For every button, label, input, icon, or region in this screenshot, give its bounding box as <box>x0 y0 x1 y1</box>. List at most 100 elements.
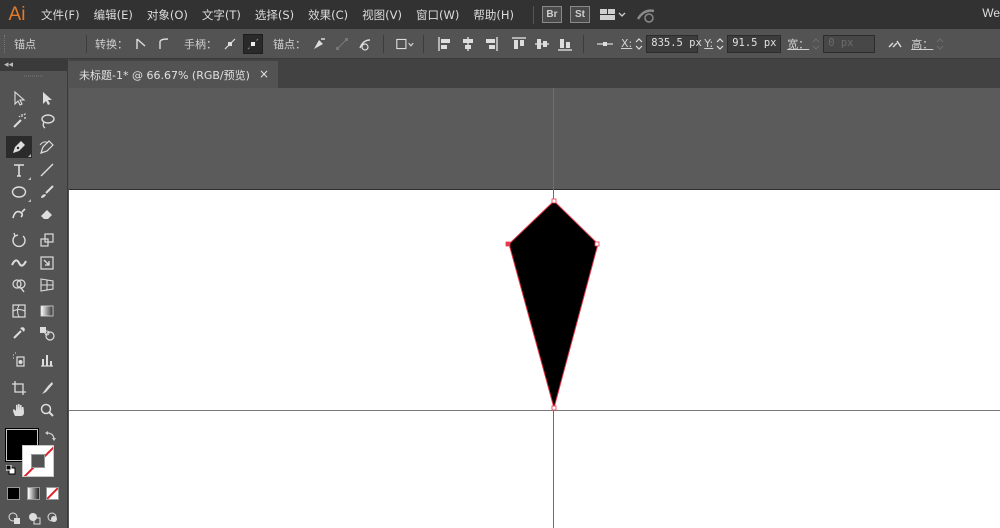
draw-inside-icon[interactable] <box>46 511 60 525</box>
eraser-tool-icon[interactable] <box>34 203 60 225</box>
menu-effect[interactable]: 效果(C) <box>301 7 355 23</box>
x-position-input[interactable]: 835.5 px <box>646 34 702 53</box>
separator <box>583 34 584 53</box>
canvas-area[interactable] <box>69 88 1000 528</box>
cut-path-icon[interactable] <box>355 34 375 54</box>
anchors-label: 锚点： <box>273 37 306 51</box>
ellipse-tool-icon[interactable] <box>6 181 32 203</box>
connect-anchors-icon[interactable] <box>332 34 352 54</box>
menu-edit[interactable]: 编辑(E) <box>87 7 140 23</box>
color-mode-button[interactable] <box>7 487 20 500</box>
blend-tool-icon[interactable] <box>34 322 60 344</box>
x-stepper-icon[interactable] <box>634 35 644 53</box>
slice-tool-icon[interactable] <box>34 377 60 399</box>
toolbox-grip[interactable] <box>0 71 67 81</box>
align-top-icon[interactable] <box>509 34 529 54</box>
artboard-tool-icon[interactable] <box>6 377 32 399</box>
hand-tool-icon[interactable] <box>6 399 32 421</box>
remove-anchor-icon[interactable] <box>309 34 329 54</box>
document-tab[interactable]: 未标题-1* @ 66.67% (RGB/预览) × <box>69 61 278 88</box>
menu-help[interactable]: 帮助(H) <box>466 7 521 23</box>
kite-shape[interactable] <box>508 200 599 410</box>
stroke-color-swatch[interactable] <box>22 445 54 477</box>
rotate-tool-icon[interactable] <box>6 229 32 251</box>
menu-bar: Ai 文件(F) 编辑(E) 对象(O) 文字(T) 选择(S) 效果(C) 视… <box>0 0 1000 29</box>
width-input[interactable]: 0 px <box>823 34 876 53</box>
mesh-tool-icon[interactable] <box>6 300 32 322</box>
toolbox-collapse-button[interactable]: ◂◂ <box>0 59 67 71</box>
close-icon[interactable]: × <box>259 67 269 81</box>
magic-wand-tool-icon[interactable] <box>6 110 32 132</box>
type-tool-icon[interactable] <box>6 159 32 181</box>
swap-fill-stroke-icon[interactable] <box>45 430 57 445</box>
align-center-h-icon[interactable] <box>458 34 478 54</box>
lasso-tool-icon[interactable] <box>34 110 60 132</box>
anchor-point-bottom[interactable] <box>551 405 557 411</box>
symbol-sprayer-tool-icon[interactable] <box>6 349 32 371</box>
menu-separator <box>532 5 534 24</box>
workspace-switcher[interactable]: We <box>982 6 1000 20</box>
height-label: 高： <box>911 37 934 51</box>
convert-to-corner-icon[interactable] <box>131 34 151 54</box>
width-stepper-icon[interactable] <box>811 35 821 53</box>
anchor-point-left[interactable] <box>505 241 511 247</box>
anchor-point-label: 锚点 <box>14 37 36 51</box>
isolate-object-icon[interactable] <box>395 34 415 54</box>
align-left-icon[interactable] <box>435 34 455 54</box>
stroke-inner-box <box>31 454 45 468</box>
default-fill-stroke-icon[interactable] <box>5 464 16 478</box>
paintbrush-tool-icon[interactable] <box>34 181 60 203</box>
line-segment-tool-icon[interactable] <box>34 159 60 181</box>
gradient-mode-button[interactable] <box>27 487 40 500</box>
eyedropper-tool-icon[interactable] <box>6 322 32 344</box>
width-tool-icon[interactable] <box>6 252 32 274</box>
draw-behind-icon[interactable] <box>27 511 41 525</box>
menu-type[interactable]: 文字(T) <box>195 7 248 23</box>
stock-button[interactable]: St <box>569 6 590 23</box>
handles-label: 手柄： <box>184 37 217 51</box>
menu-window[interactable]: 窗口(W) <box>409 7 466 23</box>
control-bar: 锚点 转换： 手柄： 锚点： X: 835.5 px Y: 91.5 px 宽：… <box>0 29 1000 59</box>
y-label: Y: <box>704 37 714 50</box>
curvature-tool-icon[interactable] <box>34 136 60 158</box>
show-handles-icon[interactable] <box>220 34 240 54</box>
none-mode-button[interactable] <box>46 487 59 500</box>
reference-point-icon[interactable] <box>595 34 615 54</box>
align-center-v-icon[interactable] <box>532 34 552 54</box>
convert-to-smooth-icon[interactable] <box>154 34 174 54</box>
zoom-tool-icon[interactable] <box>34 399 60 421</box>
menu-view[interactable]: 视图(V) <box>355 7 409 23</box>
constrain-proportions-icon[interactable] <box>885 34 905 54</box>
gradient-tool-icon[interactable] <box>34 300 60 322</box>
gpu-performance-icon[interactable] <box>636 7 656 23</box>
align-bottom-icon[interactable] <box>555 34 575 54</box>
free-transform-tool-icon[interactable] <box>34 252 60 274</box>
app-logo: Ai <box>8 3 26 25</box>
y-stepper-icon[interactable] <box>715 35 725 53</box>
column-graph-tool-icon[interactable] <box>34 349 60 371</box>
separator <box>423 34 424 53</box>
anchor-point-right[interactable] <box>594 241 600 247</box>
menu-object[interactable]: 对象(O) <box>140 7 195 23</box>
arrange-documents-icon[interactable] <box>599 8 626 22</box>
control-bar-grip[interactable] <box>4 34 12 53</box>
menu-select[interactable]: 选择(S) <box>248 7 301 23</box>
y-position-input[interactable]: 91.5 px <box>727 34 782 53</box>
align-right-icon[interactable] <box>481 34 501 54</box>
hide-handles-icon[interactable] <box>243 33 263 54</box>
direct-selection-tool-icon[interactable] <box>34 87 60 109</box>
scale-tool-icon[interactable] <box>34 229 60 251</box>
height-stepper-icon[interactable] <box>935 35 945 53</box>
perspective-grid-tool-icon[interactable] <box>34 274 60 296</box>
selection-tool-icon[interactable] <box>6 87 32 109</box>
shape-builder-tool-icon[interactable] <box>6 274 32 296</box>
pen-tool-icon[interactable] <box>6 136 32 158</box>
menu-file[interactable]: 文件(F) <box>34 7 87 23</box>
document-tab-bar: 未标题-1* @ 66.67% (RGB/预览) × <box>69 59 1000 88</box>
document-tab-title: 未标题-1* @ 66.67% (RGB/预览) <box>79 68 250 82</box>
draw-normal-icon[interactable] <box>7 511 21 525</box>
anchor-point-top[interactable] <box>551 198 557 204</box>
bridge-button[interactable]: Br <box>541 6 562 23</box>
shaper-tool-icon[interactable] <box>6 203 32 225</box>
x-label: X: <box>621 37 633 50</box>
